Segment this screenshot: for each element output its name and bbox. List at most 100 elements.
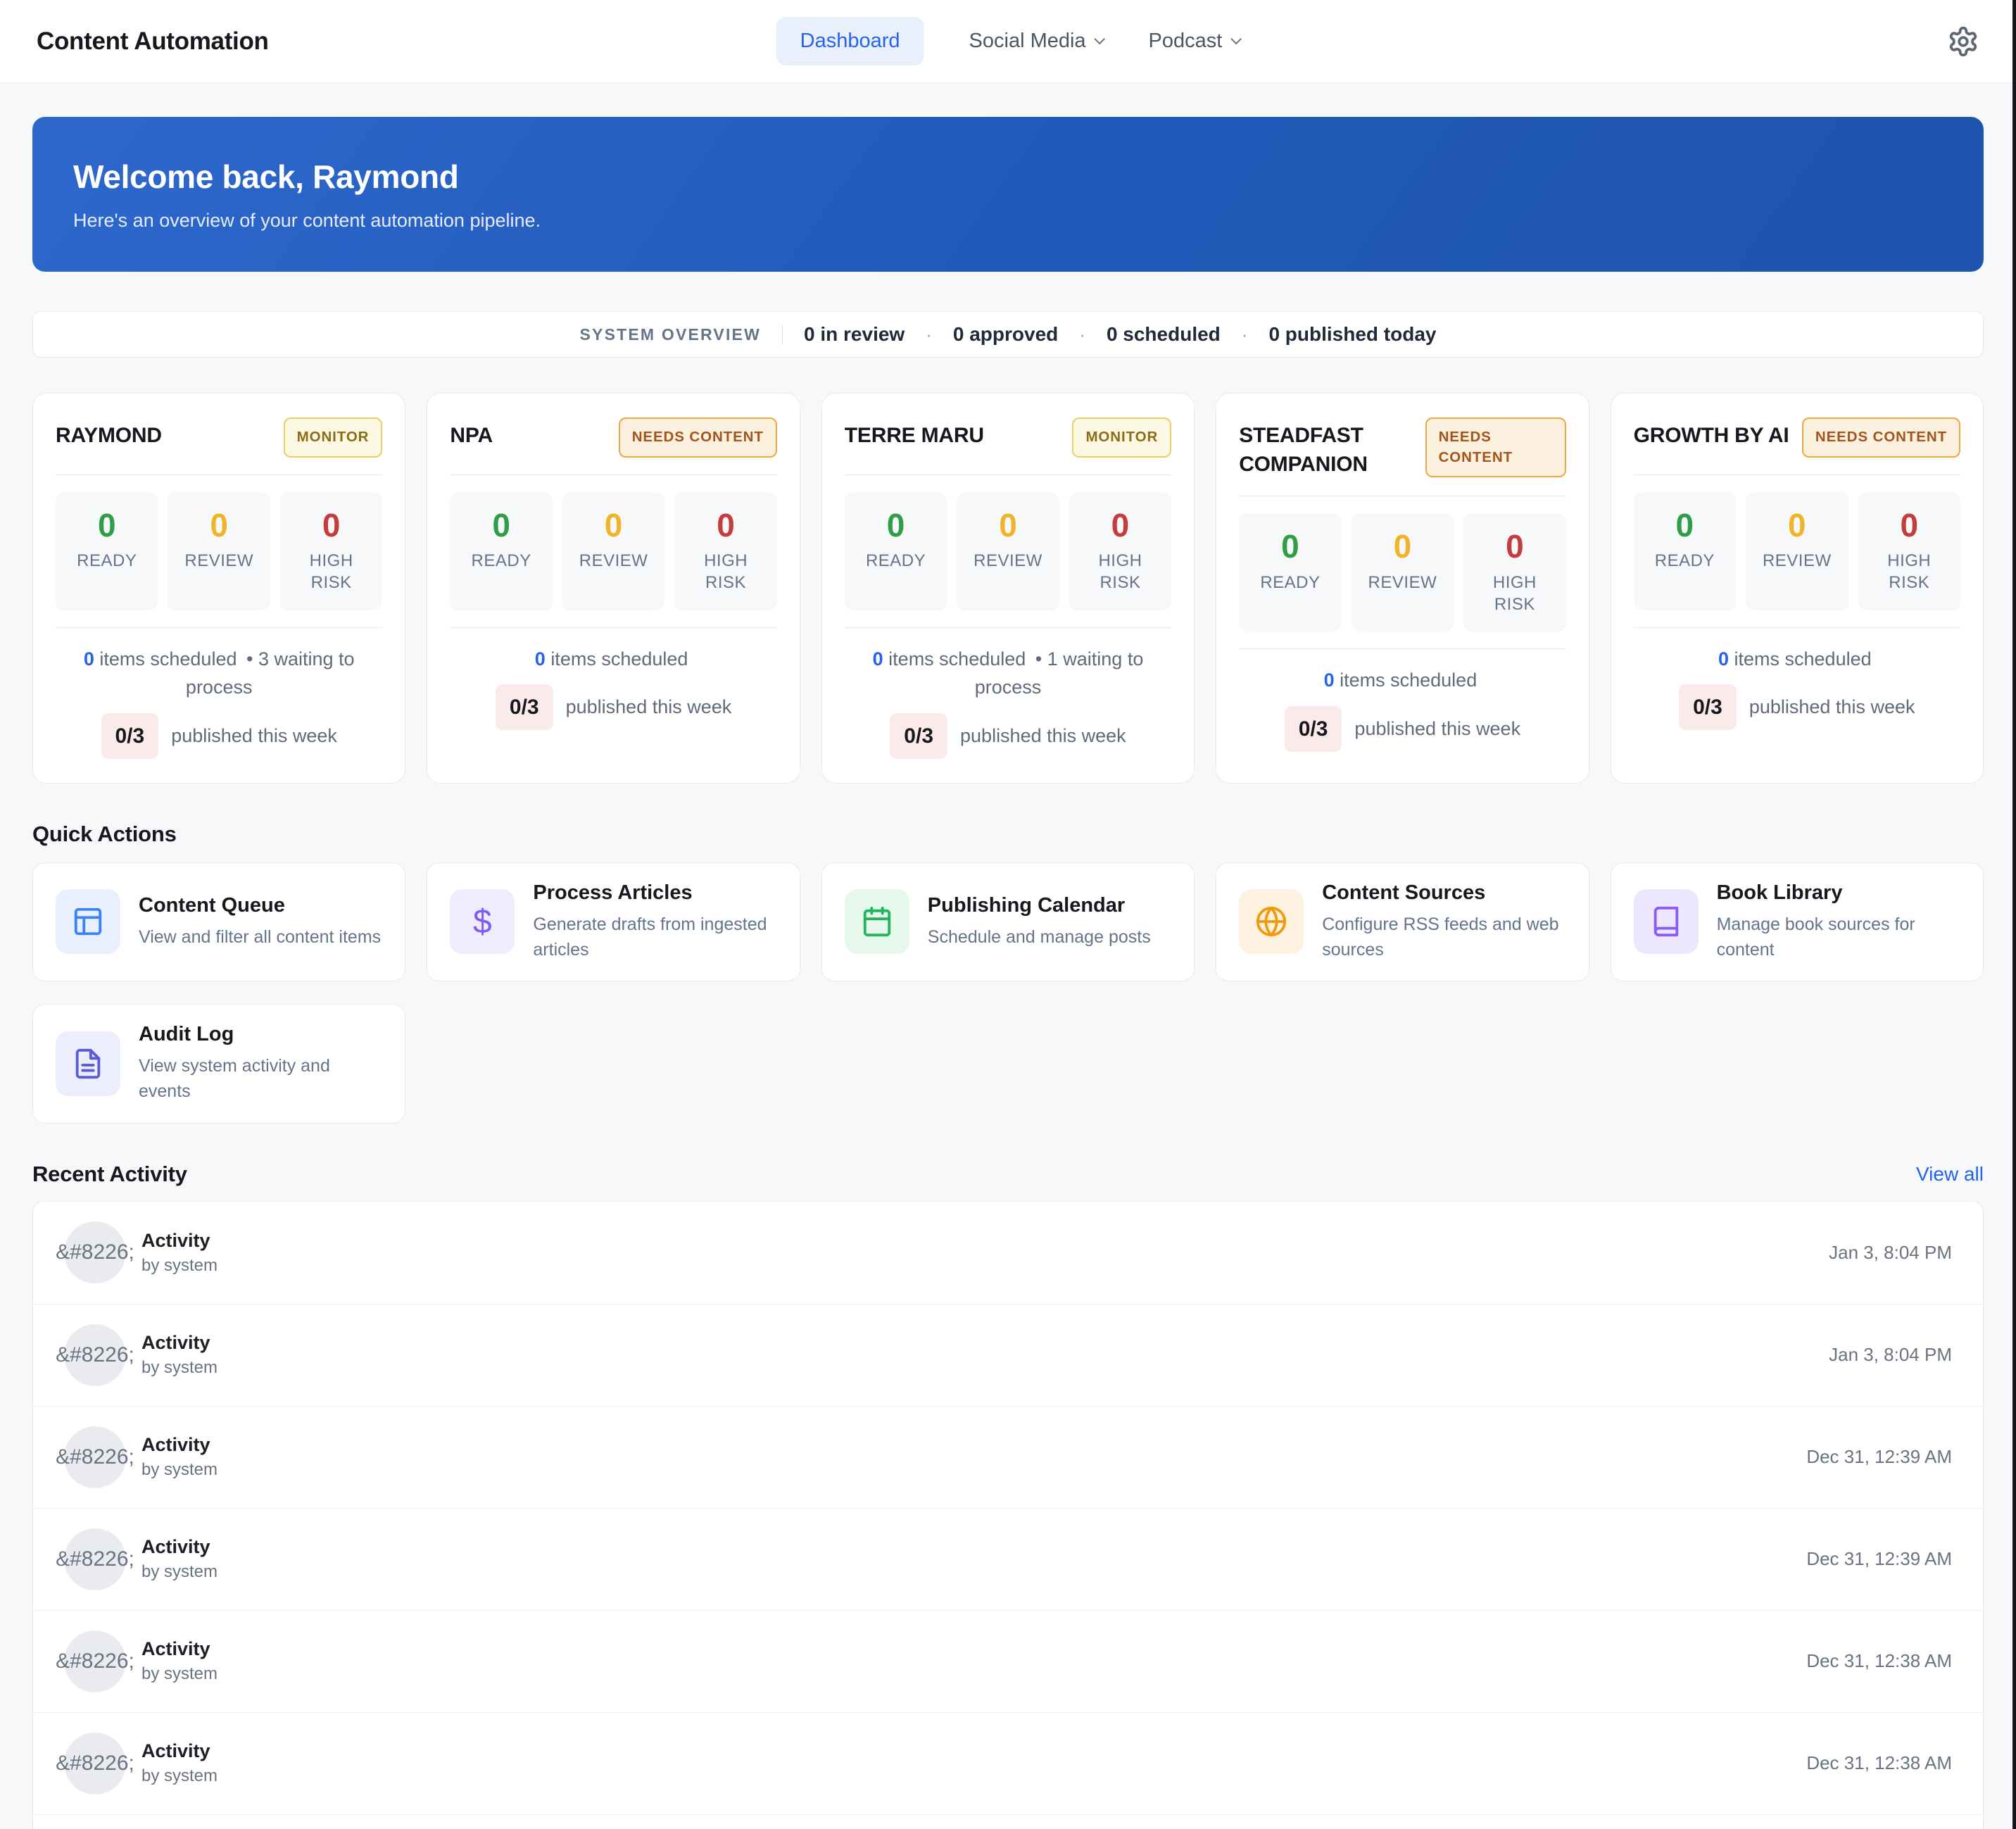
scheduled-count: 0 xyxy=(84,648,94,670)
tab-social-media-label: Social Media xyxy=(969,30,1086,53)
tab-podcast-label: Podcast xyxy=(1149,30,1223,53)
system-overview-label: SYSTEM OVERVIEW xyxy=(580,325,783,344)
brand-cards-row: RAYMOND MONITOR 0 READY 0 REVIEW 0 HIGH … xyxy=(32,393,1984,784)
activity-row: &#8226; Activity by system Dec 31, 12:31… xyxy=(33,1814,1983,1829)
dollar-icon: $ xyxy=(450,889,515,954)
scheduled-label: items scheduled xyxy=(550,648,688,670)
activity-timestamp: Jan 3, 8:04 PM xyxy=(1829,1344,1952,1366)
status-badge: MONITOR xyxy=(284,417,383,458)
published-ratio-chip: 0/3 xyxy=(101,713,159,759)
tab-social-media[interactable]: Social Media xyxy=(969,30,1104,53)
book-icon xyxy=(1634,889,1699,954)
published-label: published this week xyxy=(171,722,337,750)
activity-row: &#8226; Activity by system Dec 31, 12:39… xyxy=(33,1508,1983,1610)
brand-name: NPA xyxy=(450,417,493,451)
avatar: &#8226; xyxy=(64,1528,126,1590)
recent-activity-panel: &#8226; Activity by system Jan 3, 8:04 P… xyxy=(32,1201,1984,1829)
activity-row: &#8226; Activity by system Jan 3, 8:04 P… xyxy=(33,1202,1983,1304)
ready-stat: 0 READY xyxy=(450,492,552,610)
system-overview-bar: SYSTEM OVERVIEW 0 in review · 0 approved… xyxy=(32,311,1984,358)
settings-button[interactable] xyxy=(1947,25,1979,58)
quick-actions-grid: Content Queue View and filter all conten… xyxy=(32,862,1984,1124)
activity-timestamp: Jan 3, 8:04 PM xyxy=(1829,1242,1952,1264)
dot-separator: · xyxy=(926,324,932,346)
stat-approved: 0 approved xyxy=(953,323,1058,346)
process-articles-button[interactable]: $ Process Articles Generate drafts from … xyxy=(427,862,800,982)
stat-published-today: 0 published today xyxy=(1268,323,1436,346)
published-ratio-chip: 0/3 xyxy=(1679,684,1737,730)
calendar-icon xyxy=(845,889,909,954)
published-label: published this week xyxy=(1354,715,1520,743)
status-badge: NEEDS CONTENT xyxy=(1425,417,1566,477)
high-risk-stat: 0 HIGH RISK xyxy=(1463,513,1565,631)
brand-name: TERRE MARU xyxy=(845,417,984,451)
brand-name: GROWTH BY AI xyxy=(1634,417,1789,451)
scheduled-label: items scheduled xyxy=(1734,648,1872,670)
tab-podcast[interactable]: Podcast xyxy=(1149,30,1240,53)
scrollbar-track[interactable] xyxy=(2012,0,2016,1829)
audit-log-button[interactable]: Audit Log View system activity and event… xyxy=(32,1004,405,1124)
bullet-entity-text: &#8226; xyxy=(56,1547,134,1571)
gear-icon xyxy=(1947,49,1979,61)
dot-separator: · xyxy=(1242,324,1248,346)
status-badge: NEEDS CONTENT xyxy=(1802,417,1960,458)
high-risk-stat: 0 HIGH RISK xyxy=(674,492,776,610)
brand-footer: 0 items scheduled 0/3 published this wee… xyxy=(1239,666,1565,752)
brand-footer: 0 items scheduled 0/3 published this wee… xyxy=(1634,645,1960,731)
activity-row: &#8226; Activity by system Dec 31, 12:39… xyxy=(33,1406,1983,1508)
content-queue-button[interactable]: Content Queue View and filter all conten… xyxy=(32,862,405,982)
review-stat: 0 REVIEW xyxy=(562,492,664,610)
chevron-down-icon xyxy=(1094,34,1105,45)
app-title: Content Automation xyxy=(37,27,269,56)
scheduled-label: items scheduled xyxy=(888,648,1026,670)
stat-in-review: 0 in review xyxy=(804,323,905,346)
avatar: &#8226; xyxy=(64,1733,126,1795)
view-all-link[interactable]: View all xyxy=(1916,1163,1984,1186)
review-stat: 0 REVIEW xyxy=(168,492,270,610)
brand-card-npa: NPA NEEDS CONTENT 0 READY 0 REVIEW 0 HIG… xyxy=(427,393,800,784)
published-ratio-chip: 0/3 xyxy=(890,713,947,759)
bullet-entity-text: &#8226; xyxy=(56,1649,134,1673)
brand-card-growth-by-ai: GROWTH BY AI NEEDS CONTENT 0 READY 0 REV… xyxy=(1611,393,1984,784)
stat-scheduled: 0 scheduled xyxy=(1107,323,1221,346)
published-label: published this week xyxy=(960,722,1126,750)
activity-timestamp: Dec 31, 12:38 AM xyxy=(1806,1752,1952,1774)
publishing-calendar-button[interactable]: Publishing Calendar Schedule and manage … xyxy=(821,862,1195,982)
status-badge: MONITOR xyxy=(1072,417,1171,458)
bullet-entity-text: &#8226; xyxy=(56,1752,134,1775)
ready-stat: 0 READY xyxy=(56,492,158,610)
main-nav: Dashboard Social Media Podcast xyxy=(776,17,1240,65)
brand-footer: 0 items scheduled 0/3 published this wee… xyxy=(450,645,776,731)
content-sources-button[interactable]: Content Sources Configure RSS feeds and … xyxy=(1216,862,1589,982)
scheduled-count: 0 xyxy=(873,648,883,670)
avatar: &#8226; xyxy=(64,1426,126,1488)
scheduled-label: items scheduled xyxy=(1340,670,1477,691)
high-risk-stat: 0 HIGH RISK xyxy=(1069,492,1171,610)
avatar: &#8226; xyxy=(64,1324,126,1386)
brand-name: RAYMOND xyxy=(56,417,162,451)
scheduled-count: 0 xyxy=(1324,670,1335,691)
activity-timestamp: Dec 31, 12:39 AM xyxy=(1806,1446,1952,1468)
published-ratio-chip: 0/3 xyxy=(496,684,553,730)
welcome-title: Welcome back, Raymond xyxy=(73,158,1943,196)
ready-stat: 0 READY xyxy=(845,492,947,610)
quick-actions-heading: Quick Actions xyxy=(32,822,177,847)
brand-card-terre-maru: TERRE MARU MONITOR 0 READY 0 REVIEW 0 HI… xyxy=(821,393,1195,784)
published-ratio-chip: 0/3 xyxy=(1285,706,1342,752)
top-header: Content Automation Dashboard Social Medi… xyxy=(0,0,2016,83)
book-library-button[interactable]: Book Library Manage book sources for con… xyxy=(1611,862,1984,982)
scheduled-count: 0 xyxy=(535,648,546,670)
brand-name: STEADFAST COMPANION xyxy=(1239,417,1415,479)
review-stat: 0 REVIEW xyxy=(957,492,1059,610)
activity-row: &#8226; Activity by system Dec 31, 12:38… xyxy=(33,1712,1983,1814)
globe-icon xyxy=(1239,889,1304,954)
avatar: &#8226; xyxy=(64,1630,126,1692)
high-risk-stat: 0 HIGH RISK xyxy=(280,492,382,610)
tab-dashboard[interactable]: Dashboard xyxy=(776,17,924,65)
chevron-down-icon xyxy=(1230,34,1242,45)
status-badge: NEEDS CONTENT xyxy=(619,417,777,458)
activity-row: &#8226; Activity by system Jan 3, 8:04 P… xyxy=(33,1304,1983,1406)
welcome-banner: Welcome back, Raymond Here's an overview… xyxy=(32,117,1984,272)
review-stat: 0 REVIEW xyxy=(1352,513,1454,631)
brand-footer: 0 items scheduled • 1 waiting to process… xyxy=(845,645,1171,759)
